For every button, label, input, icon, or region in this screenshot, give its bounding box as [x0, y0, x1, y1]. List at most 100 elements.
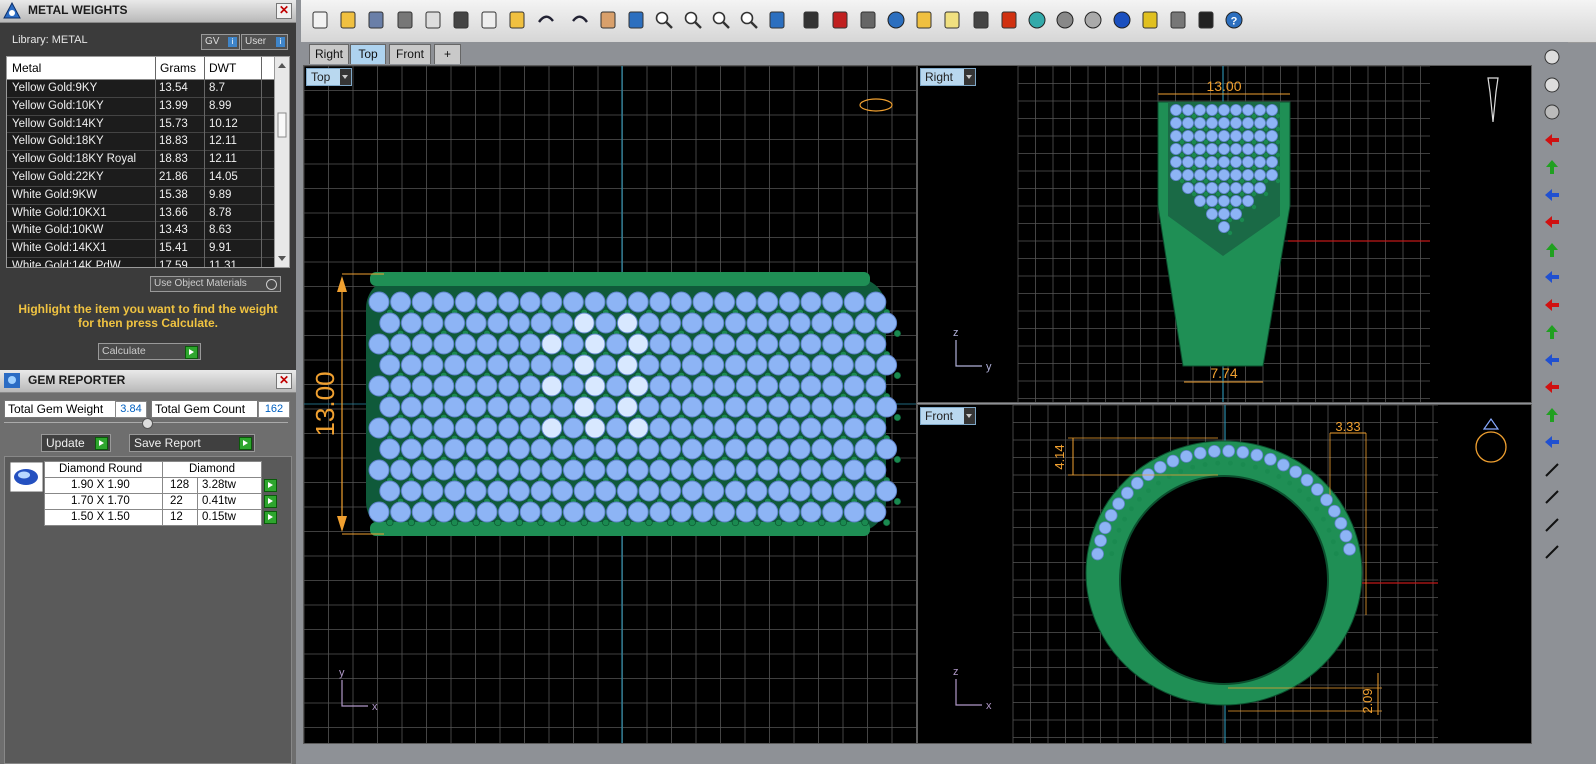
- top-view-canvas[interactable]: 13.00 y x: [304, 66, 916, 743]
- save-icon[interactable]: [365, 9, 387, 31]
- col-dwt-header[interactable]: DWT: [209, 61, 236, 75]
- plane-icon[interactable]: [857, 9, 879, 31]
- close-icon[interactable]: ✕: [276, 373, 292, 389]
- metal-cell-grams: 18.83: [159, 135, 188, 148]
- book-icon[interactable]: [998, 9, 1020, 31]
- right-toolbar: [1536, 42, 1568, 764]
- four-view-icon[interactable]: [800, 9, 822, 31]
- arrow-up-icon[interactable]: [1542, 157, 1562, 177]
- zoom-selected-icon[interactable]: [738, 9, 760, 31]
- save-report-button[interactable]: Save Report: [129, 434, 255, 452]
- left-panel: METAL WEIGHTS ✕ Library: METAL GV i User i…: [0, 0, 296, 764]
- tab-top[interactable]: Top: [350, 44, 386, 64]
- add-tab-button[interactable]: +: [434, 44, 461, 64]
- car-icon[interactable]: [829, 9, 851, 31]
- metal-row[interactable]: Yellow Gold:10KY 13.99 8.99: [7, 98, 289, 116]
- arrows-vertical-blue-icon[interactable]: [1542, 350, 1562, 370]
- arrow-down-icon[interactable]: [1542, 240, 1562, 260]
- lock-icon[interactable]: [970, 9, 992, 31]
- print-icon[interactable]: [394, 9, 416, 31]
- arrows-vertical-icon[interactable]: [1542, 322, 1562, 342]
- arrow-up-blue-icon[interactable]: [1542, 185, 1562, 205]
- gem-row[interactable]: 1.70 X 1.70 22 0.41tw: [44, 494, 277, 510]
- arrows-horizontal-icon[interactable]: [1542, 295, 1562, 315]
- select-gem-button[interactable]: [264, 511, 277, 524]
- arrows-inward-icon[interactable]: [1542, 377, 1562, 397]
- paste-icon[interactable]: [506, 9, 528, 31]
- metal-row[interactable]: White Gold:9KW 15.38 9.89: [7, 187, 289, 205]
- zoom-extents-icon[interactable]: [710, 9, 732, 31]
- pan-hand-icon[interactable]: [597, 9, 619, 31]
- metal-row[interactable]: White Gold:10KW 13.43 8.63: [7, 222, 289, 241]
- top-viewport-menu[interactable]: Top: [306, 68, 352, 86]
- bulb-icon[interactable]: [1542, 75, 1562, 95]
- shapes-icon[interactable]: [913, 9, 935, 31]
- rotate-view-icon[interactable]: [766, 9, 788, 31]
- eraser-icon[interactable]: [1542, 542, 1562, 562]
- col-metal-header[interactable]: Metal: [12, 61, 41, 75]
- metal-row[interactable]: Yellow Gold:22KY 21.86 14.05: [7, 169, 289, 187]
- right-viewport-menu[interactable]: Right: [920, 68, 976, 86]
- close-icon[interactable]: ✕: [276, 3, 292, 19]
- arrow-down-blue-icon[interactable]: [1542, 267, 1562, 287]
- metal-row[interactable]: Yellow Gold:14KY 15.73 10.12: [7, 116, 289, 134]
- right-viewport[interactable]: 13.00 7.74 z y Right: [917, 65, 1532, 403]
- user-toggle[interactable]: User i: [241, 34, 288, 50]
- slash-tool-icon[interactable]: [1542, 515, 1562, 535]
- arrow-left-icon[interactable]: [1542, 212, 1562, 232]
- select-gem-button[interactable]: [264, 479, 277, 492]
- calculate-button[interactable]: Calculate: [98, 343, 201, 360]
- copy-window-icon[interactable]: [422, 9, 444, 31]
- redo-icon[interactable]: [569, 9, 591, 31]
- camera-icon[interactable]: [1542, 47, 1562, 67]
- select-gem-button[interactable]: [264, 495, 277, 508]
- zoom-window-icon[interactable]: [682, 9, 704, 31]
- view-tabs: Right Top Front +: [301, 42, 1536, 64]
- metal-table-scrollbar[interactable]: [274, 57, 289, 267]
- undo-icon[interactable]: [535, 9, 557, 31]
- arrows-down-blue-icon[interactable]: [1542, 432, 1562, 452]
- curve-tool-icon[interactable]: [1542, 460, 1562, 480]
- top-viewport[interactable]: 13.00 y x Top: [303, 65, 917, 744]
- color-wheel-icon[interactable]: [1026, 9, 1048, 31]
- line-tool-icon[interactable]: [1542, 487, 1562, 507]
- tab-right[interactable]: Right: [309, 44, 349, 64]
- arrows-up-down-icon[interactable]: [1542, 405, 1562, 425]
- update-button[interactable]: Update: [41, 434, 111, 452]
- gear-icon[interactable]: [1167, 9, 1189, 31]
- gray-sphere-icon[interactable]: [1082, 9, 1104, 31]
- help-icon[interactable]: ?: [1223, 9, 1245, 31]
- front-viewport-menu[interactable]: Front: [920, 407, 976, 425]
- front-view-canvas[interactable]: 4.14 3.33 2.09 z x: [918, 405, 1531, 743]
- rotate-circle-icon[interactable]: [885, 9, 907, 31]
- metal-row[interactable]: Yellow Gold:18KY Royal 18.83 12.11: [7, 151, 289, 169]
- arrow-right-icon[interactable]: [1542, 130, 1562, 150]
- gem-row[interactable]: 1.90 X 1.90 128 3.28tw: [44, 478, 277, 494]
- select-arrow-icon[interactable]: [1139, 9, 1161, 31]
- right-view-canvas[interactable]: 13.00 7.74 z y: [918, 66, 1531, 402]
- gv-toggle[interactable]: GV i: [201, 34, 240, 50]
- snap-icon[interactable]: [1195, 9, 1217, 31]
- divider-knob[interactable]: [142, 418, 153, 429]
- light-bulb-icon[interactable]: [941, 9, 963, 31]
- metal-row[interactable]: Yellow Gold:18KY 18.83 12.11: [7, 133, 289, 152]
- metal-row[interactable]: White Gold:14KX1 15.41 9.91: [7, 240, 289, 258]
- col-grams-header[interactable]: Grams: [160, 61, 196, 75]
- shaded-sphere-icon[interactable]: [1054, 9, 1076, 31]
- zoom-icon[interactable]: [653, 9, 675, 31]
- metal-row[interactable]: Yellow Gold:9KY 13.54 8.7: [7, 80, 289, 98]
- cut-icon[interactable]: [450, 9, 472, 31]
- open-folder-icon[interactable]: [337, 9, 359, 31]
- copy-icon[interactable]: [478, 9, 500, 31]
- gem-row[interactable]: 1.50 X 1.50 12 0.15tw: [44, 510, 277, 526]
- use-object-materials-toggle[interactable]: Use Object Materials: [150, 276, 281, 292]
- metal-row[interactable]: White Gold:14K PdW 17.59 11.31: [7, 258, 289, 267]
- move-icon[interactable]: [625, 9, 647, 31]
- new-file-icon[interactable]: [309, 9, 331, 31]
- sphere-icon[interactable]: [1542, 102, 1562, 122]
- front-viewport[interactable]: 4.14 3.33 2.09 z x Front: [917, 404, 1532, 744]
- gem-cell-count: 128: [170, 479, 190, 491]
- tab-front[interactable]: Front: [389, 44, 431, 64]
- blue-sphere-icon[interactable]: [1111, 9, 1133, 31]
- metal-row[interactable]: White Gold:10KX1 13.66 8.78: [7, 205, 289, 223]
